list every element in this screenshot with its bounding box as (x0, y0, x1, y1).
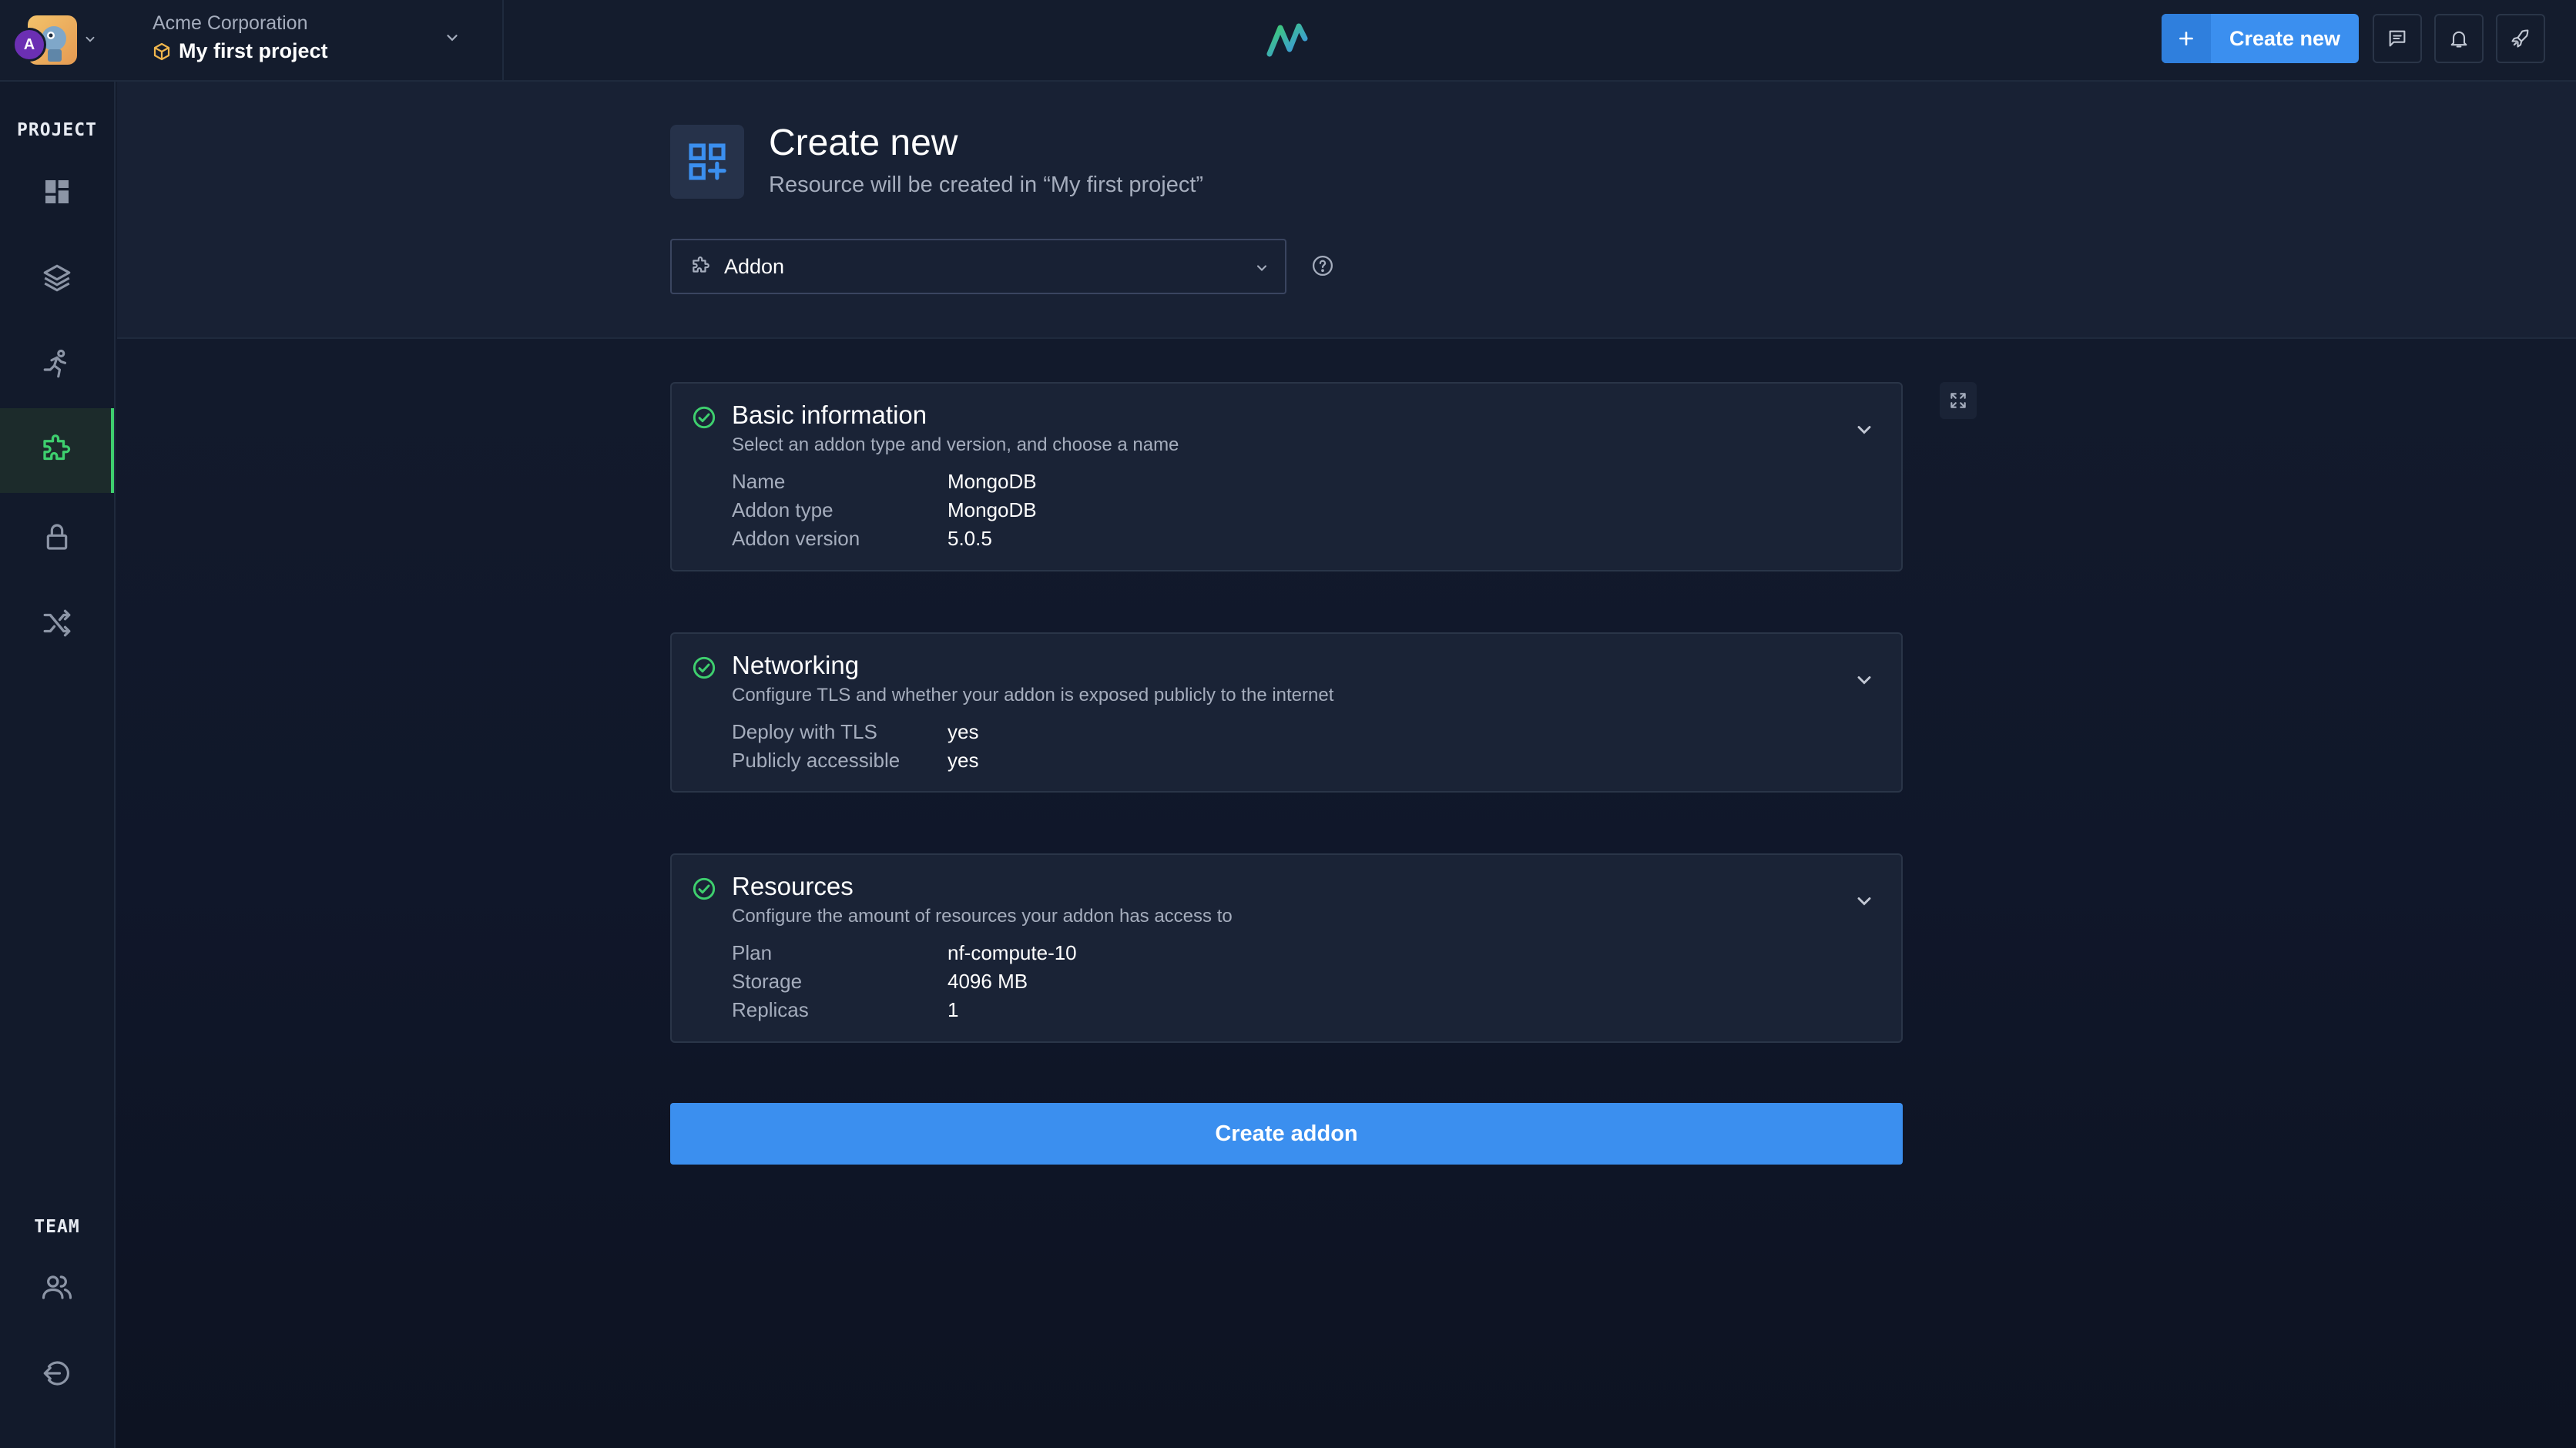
summary-row: Storage 4096 MB (732, 970, 1077, 998)
section-description: Configure the amount of resources your a… (732, 906, 1233, 927)
summary-key: Plan (732, 941, 773, 964)
summary-value: 5.0.5 (948, 527, 992, 550)
check-circle-icon (692, 655, 716, 680)
grid-icon (42, 176, 72, 207)
add-apps-icon (686, 140, 729, 183)
sidebar-section-project: PROJECT (17, 120, 97, 140)
chevron-down-icon[interactable] (1853, 419, 1875, 441)
summary-key: Name (732, 470, 786, 493)
chevron-down-icon (83, 32, 97, 46)
check-circle-icon (692, 405, 716, 430)
logout-icon (41, 1357, 73, 1389)
chevron-down-icon[interactable] (1853, 890, 1875, 912)
page-title: Create new (769, 122, 958, 163)
summary-row: Addon version 5.0.5 (732, 527, 1037, 555)
section-networking[interactable]: Networking Configure TLS and whether you… (670, 632, 1903, 793)
sidebar-item-secrets[interactable] (0, 494, 114, 579)
section-title: Networking (732, 651, 860, 679)
page-icon (670, 125, 744, 199)
sidebar-item-team[interactable] (0, 1245, 114, 1329)
chevron-down-icon (1254, 260, 1270, 276)
summary-key: Addon type (732, 498, 834, 521)
check-circle-icon (692, 877, 716, 901)
summary-key: Publicly accessible (732, 749, 901, 772)
section-basic-information[interactable]: Basic information Select an addon type a… (670, 382, 1903, 571)
sidebar-item-pipelines[interactable] (0, 581, 114, 665)
lock-icon (42, 521, 72, 552)
summary-row: Replicas 1 (732, 998, 1077, 1027)
help-icon[interactable] (1311, 254, 1334, 277)
expand-icon (1948, 390, 1968, 411)
sidebar-item-jobs[interactable] (0, 322, 114, 407)
summary-value: yes (948, 720, 979, 743)
sidebar-item-services[interactable] (0, 236, 114, 320)
summary-list: Name MongoDB Addon type MongoDB Addon vers… (732, 470, 1037, 555)
bell-icon (2448, 28, 2470, 49)
sidebar-item-logout[interactable] (0, 1331, 114, 1416)
user-avatar: A (12, 28, 46, 62)
comment-icon (2386, 28, 2408, 49)
summary-row: Publicly accessible yes (732, 749, 978, 777)
resource-type-value: Addon (724, 254, 785, 278)
summary-key: Addon version (732, 527, 860, 550)
summary-value: MongoDB (948, 498, 1037, 521)
package-icon (153, 42, 171, 61)
notifications-button[interactable] (2434, 14, 2484, 63)
section-resources[interactable]: Resources Configure the amount of resour… (670, 853, 1903, 1043)
summary-value: MongoDB (948, 470, 1037, 493)
northflank-logo-icon[interactable] (1263, 18, 1311, 62)
page-header (117, 82, 2576, 339)
chevron-down-icon[interactable] (1853, 669, 1875, 691)
sidebar-item-addons[interactable] (0, 408, 114, 493)
create-new-label: Create new (2229, 26, 2341, 50)
puzzle-icon (39, 434, 72, 467)
summary-list: Plan nf-compute-10 Storage 4096 MB Replica… (732, 941, 1077, 1027)
summary-row: Addon type MongoDB (732, 498, 1037, 527)
summary-row: Name MongoDB (732, 470, 1037, 498)
summary-row: Plan nf-compute-10 (732, 941, 1077, 970)
summary-value: nf-compute-10 (948, 941, 1077, 964)
puzzle-icon (690, 256, 710, 277)
summary-value: yes (948, 749, 979, 772)
summary-key: Deploy with TLS (732, 720, 877, 743)
expand-all-button[interactable] (1940, 382, 1977, 419)
layers-icon (41, 262, 73, 294)
sidebar: PROJECT TEAM (0, 82, 116, 1448)
resource-type-select[interactable]: Addon (670, 239, 1286, 294)
project-name: My first project (179, 39, 328, 62)
runner-icon (41, 348, 73, 380)
summary-value: 1 (948, 998, 959, 1021)
plus-icon (2162, 14, 2211, 63)
chevron-down-icon[interactable] (444, 29, 461, 46)
top-bar: A Acme Corporation My first project Crea… (0, 0, 2576, 82)
summary-row: Deploy with TLS yes (732, 720, 978, 749)
users-icon (41, 1271, 73, 1303)
getting-started-button[interactable] (2496, 14, 2545, 63)
section-description: Select an addon type and version, and ch… (732, 434, 1179, 455)
page-subtitle: Resource will be created in “My first pr… (769, 173, 1204, 197)
create-new-button[interactable]: Create new (2162, 14, 2359, 63)
org-name: Acme Corporation (153, 12, 308, 34)
sidebar-item-dashboard[interactable] (0, 149, 114, 234)
section-description: Configure TLS and whether your addon is … (732, 685, 1334, 706)
shuffle-icon (41, 607, 73, 639)
summary-key: Replicas (732, 998, 809, 1021)
summary-value: 4096 MB (948, 970, 1028, 993)
summary-list: Deploy with TLS yes Publicly accessible ye… (732, 720, 978, 777)
section-title: Basic information (732, 401, 927, 429)
rocket-icon (2510, 28, 2531, 49)
section-title: Resources (732, 872, 854, 900)
create-addon-button[interactable]: Create addon (670, 1103, 1903, 1165)
divider (502, 0, 504, 82)
account-switcher[interactable]: A (12, 11, 99, 66)
feedback-button[interactable] (2373, 14, 2422, 63)
sidebar-section-team: TEAM (34, 1217, 80, 1237)
summary-key: Storage (732, 970, 803, 993)
project-switcher[interactable]: Acme Corporation My first project (153, 12, 461, 68)
